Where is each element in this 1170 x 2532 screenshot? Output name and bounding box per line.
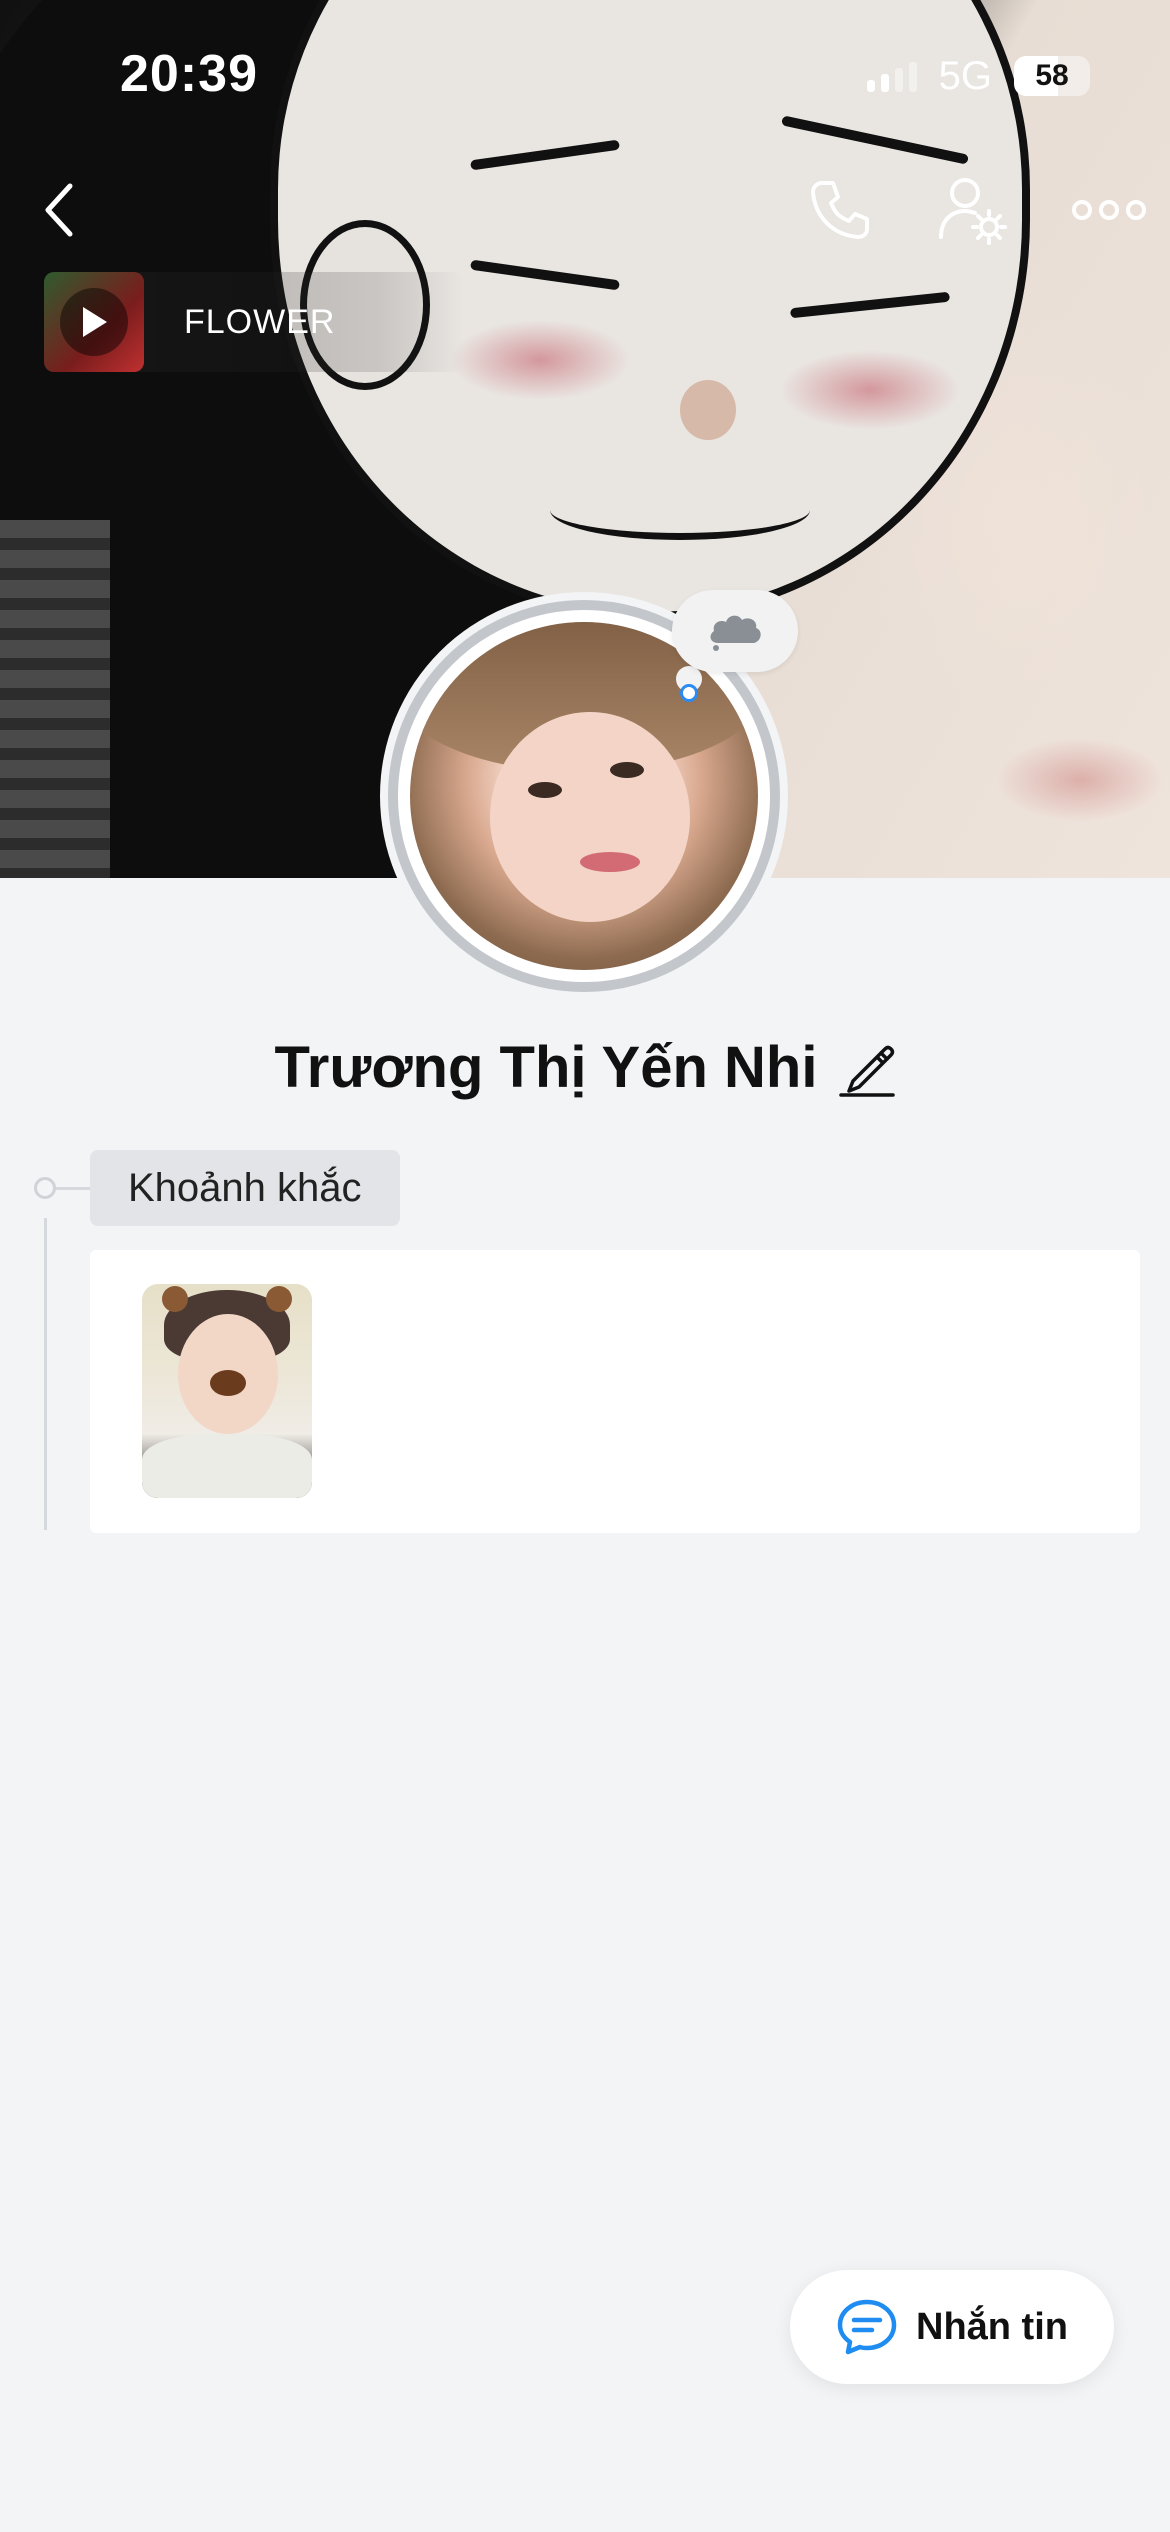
call-button[interactable] [800, 170, 880, 250]
cover-art-blush-right [780, 350, 960, 430]
profile-settings-button[interactable] [932, 170, 1012, 250]
profile-music[interactable]: FLOWER [44, 272, 464, 372]
network-label: 5G [938, 53, 992, 98]
cover-art-nose [680, 380, 736, 440]
battery-percent: 58 [1035, 59, 1069, 92]
phone-icon [811, 181, 869, 239]
battery-icon: 58 [1014, 56, 1090, 96]
message-button-label: Nhắn tin [916, 2305, 1068, 2348]
cover-art-collar [0, 520, 110, 878]
edit-name-button[interactable] [839, 1037, 896, 1097]
profile-name: Trương Thị Yến Nhi [274, 1034, 818, 1100]
music-title: FLOWER [184, 302, 336, 341]
cover-art-blush-left [450, 320, 630, 400]
avatar-photo [410, 622, 758, 970]
message-button[interactable]: Nhắn tin [790, 2270, 1114, 2384]
pencil-icon [839, 1045, 896, 1097]
avatar-photo-lips [580, 852, 640, 872]
avatar-photo-eye [610, 762, 644, 778]
online-dot [680, 684, 698, 702]
profile-name-row: Trương Thị Yến Nhi [0, 1022, 1170, 1112]
chat-bubble-icon [837, 2299, 897, 2355]
moment-dog-ear [266, 1286, 292, 1312]
timeline-dot [34, 1177, 56, 1199]
play-icon [83, 307, 107, 337]
avatar-photo-eye [528, 782, 562, 798]
back-button[interactable] [20, 170, 100, 250]
timeline-connector [56, 1187, 90, 1190]
timeline-line [44, 1218, 47, 1530]
more-button[interactable] [1064, 170, 1154, 250]
user-settings-icon [939, 178, 1007, 245]
moments-label: Khoảnh khắc [90, 1150, 400, 1226]
signal-icon [866, 60, 917, 92]
chevron-left-icon [45, 183, 73, 237]
moment-dog-nose [210, 1370, 246, 1396]
moment-thumbnail[interactable] [142, 1284, 312, 1498]
music-cover [44, 272, 144, 372]
more-horizontal-icon [1072, 200, 1146, 220]
cover-art-mouth [550, 480, 810, 540]
moment-dog-ear [162, 1286, 188, 1312]
moments-card [90, 1250, 1140, 1533]
status-time: 20:39 [120, 45, 258, 103]
avatar-photo-face [490, 712, 690, 922]
play-button[interactable] [60, 288, 128, 356]
status-indicators: 5G 58 [866, 53, 1090, 98]
status-bubble[interactable] [672, 590, 798, 672]
moment-shirt [142, 1434, 312, 1498]
thought-cloud-icon [710, 615, 761, 651]
